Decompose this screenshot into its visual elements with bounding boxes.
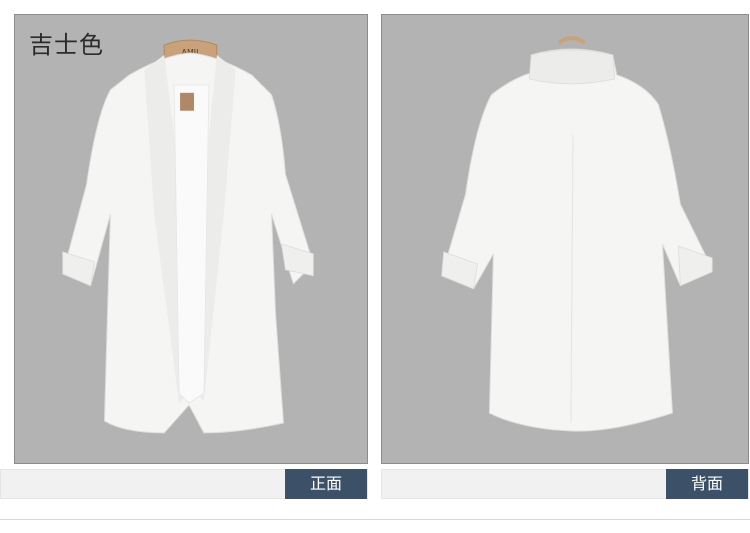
back-garment-photo [441, 36, 713, 432]
front-view-tag: 正面 [285, 469, 367, 499]
back-photo-panel [381, 14, 749, 464]
back-view-tag: 背面 [666, 469, 748, 499]
back-label-bar: 背面 [381, 469, 749, 499]
front-label-bar: 正面 [0, 469, 368, 499]
front-photo-panel: AMII 吉士色 [14, 14, 368, 464]
bottom-divider [0, 519, 750, 520]
color-name-label: 吉士色 [29, 31, 104, 59]
front-garment-photo: AMII [62, 39, 314, 434]
